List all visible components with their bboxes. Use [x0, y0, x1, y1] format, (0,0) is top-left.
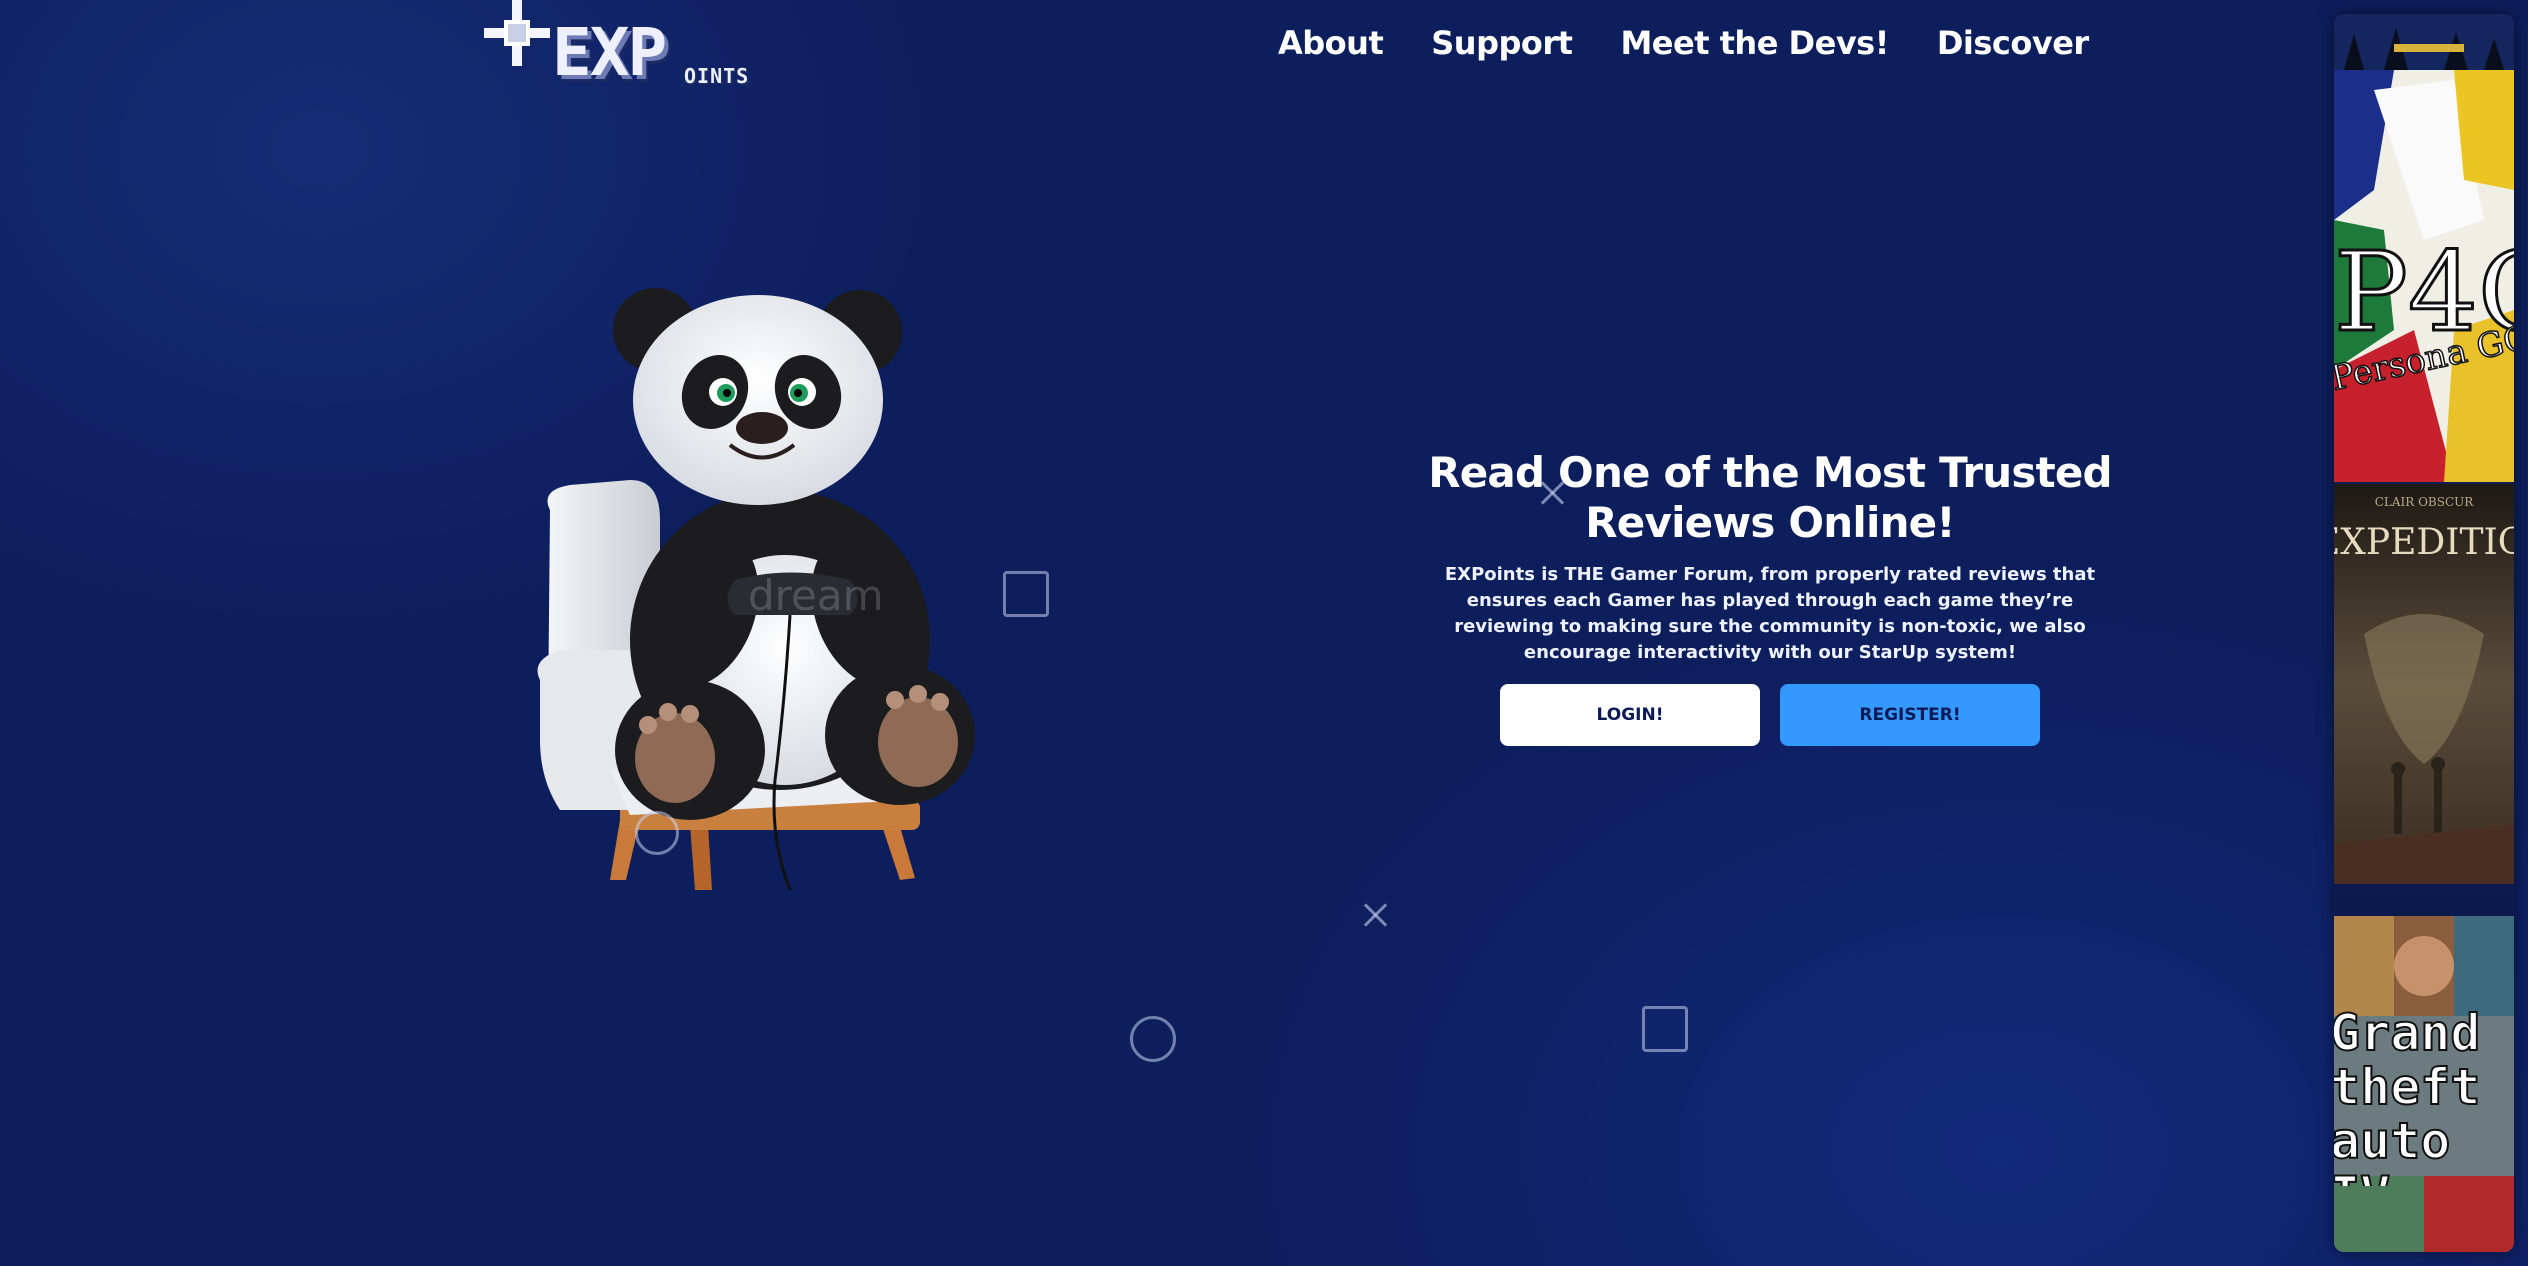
cover-title: Grand theft auto IV: [2334, 1006, 2482, 1186]
cover-title: CLAIR OBSCUR: [2375, 495, 2475, 509]
main-nav: About Support Meet the Devs! Discover: [1278, 24, 2089, 62]
game-cover-art-icon: CLAIR OBSCUR EXPEDITION 33: [2334, 484, 2514, 884]
login-button[interactable]: LOGIN!: [1500, 684, 1760, 746]
hero-section: Read One of the Most Trusted Reviews Onl…: [1400, 448, 2140, 746]
sparkle-icon: [484, 0, 550, 66]
hero-actions: LOGIN! REGISTER!: [1400, 684, 2140, 746]
game-cover-persona4[interactable]: P4G Persona GOLDEN: [2334, 70, 2514, 482]
nav-meet-the-devs[interactable]: Meet the Devs!: [1620, 24, 1889, 62]
game-cover-art-icon: P4G Persona GOLDEN: [2334, 70, 2514, 482]
game-cover-art-icon: Grand theft auto IV: [2334, 916, 2514, 1252]
logo-subtext: OINTS: [684, 64, 750, 88]
decor-circle: [635, 811, 679, 855]
watermark-text: dream: [748, 571, 884, 620]
decor-square: [1003, 571, 1049, 617]
logo-text: EXP: [552, 14, 667, 91]
nav-support[interactable]: Support: [1431, 24, 1573, 62]
game-cover-partial[interactable]: [2334, 14, 2514, 70]
hero-description: EXPoints is THE Gamer Forum, from proper…: [1444, 564, 2096, 663]
game-covers-rail[interactable]: P4G Persona GOLDEN CLAIR OBSCUR EXPEDITI…: [2334, 14, 2514, 1252]
hero-title: Read One of the Most Trusted Reviews Onl…: [1428, 448, 2112, 547]
site-logo[interactable]: EXP OINTS: [484, 0, 764, 100]
decor-cross: [1363, 902, 1389, 928]
game-cover-expedition33[interactable]: CLAIR OBSCUR EXPEDITION 33: [2334, 484, 2514, 884]
decor-square: [1642, 1006, 1688, 1052]
game-cover-gta4[interactable]: Grand theft auto IV: [2334, 916, 2514, 1252]
register-button[interactable]: REGISTER!: [1780, 684, 2040, 746]
nav-about[interactable]: About: [1278, 24, 1384, 62]
game-cover-art-icon: [2334, 14, 2514, 70]
panda-gamer-illustration: dream: [537, 288, 975, 891]
decor-circle: [1130, 1016, 1176, 1062]
nav-discover[interactable]: Discover: [1937, 24, 2089, 62]
cover-subtitle: EXPEDITION 33: [2334, 522, 2514, 563]
